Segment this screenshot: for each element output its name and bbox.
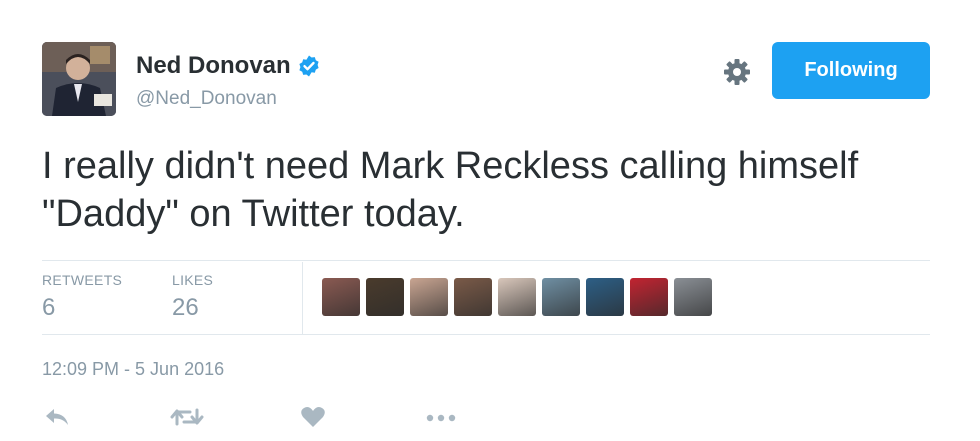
author-photo <box>42 42 116 116</box>
liker-avatar[interactable] <box>630 278 668 316</box>
verified-badge-icon <box>299 55 319 77</box>
divider <box>302 262 303 334</box>
author-handle[interactable]: @Ned_Donovan <box>136 88 277 110</box>
author-name[interactable]: Ned Donovan <box>136 52 291 80</box>
divider <box>42 260 930 261</box>
liker-avatar[interactable] <box>674 278 712 316</box>
liker-avatar[interactable] <box>586 278 624 316</box>
liker-avatar[interactable] <box>498 278 536 316</box>
liker-avatars <box>322 278 712 316</box>
retweet-icon[interactable] <box>170 406 204 428</box>
liker-avatar[interactable] <box>410 278 448 316</box>
gear-icon[interactable] <box>721 56 753 88</box>
retweets-count[interactable]: 6 <box>42 294 55 322</box>
timestamp[interactable]: 12:09 PM - 5 Jun 2016 <box>42 359 224 380</box>
following-button[interactable]: Following <box>772 42 930 99</box>
likes-label[interactable]: LIKES <box>172 272 213 288</box>
tweet-text: I really didn't need Mark Reckless calli… <box>42 145 859 235</box>
divider <box>42 334 930 335</box>
liker-avatar[interactable] <box>454 278 492 316</box>
author-avatar[interactable] <box>42 42 116 116</box>
liker-avatar[interactable] <box>366 278 404 316</box>
author-name-row: Ned Donovan <box>136 52 321 80</box>
likes-count[interactable]: 26 <box>172 294 199 322</box>
more-icon[interactable] <box>424 406 458 428</box>
like-icon[interactable] <box>300 406 326 428</box>
reply-icon[interactable] <box>44 406 70 428</box>
liker-avatar[interactable] <box>542 278 580 316</box>
retweets-label[interactable]: RETWEETS <box>42 272 122 288</box>
liker-avatar[interactable] <box>322 278 360 316</box>
